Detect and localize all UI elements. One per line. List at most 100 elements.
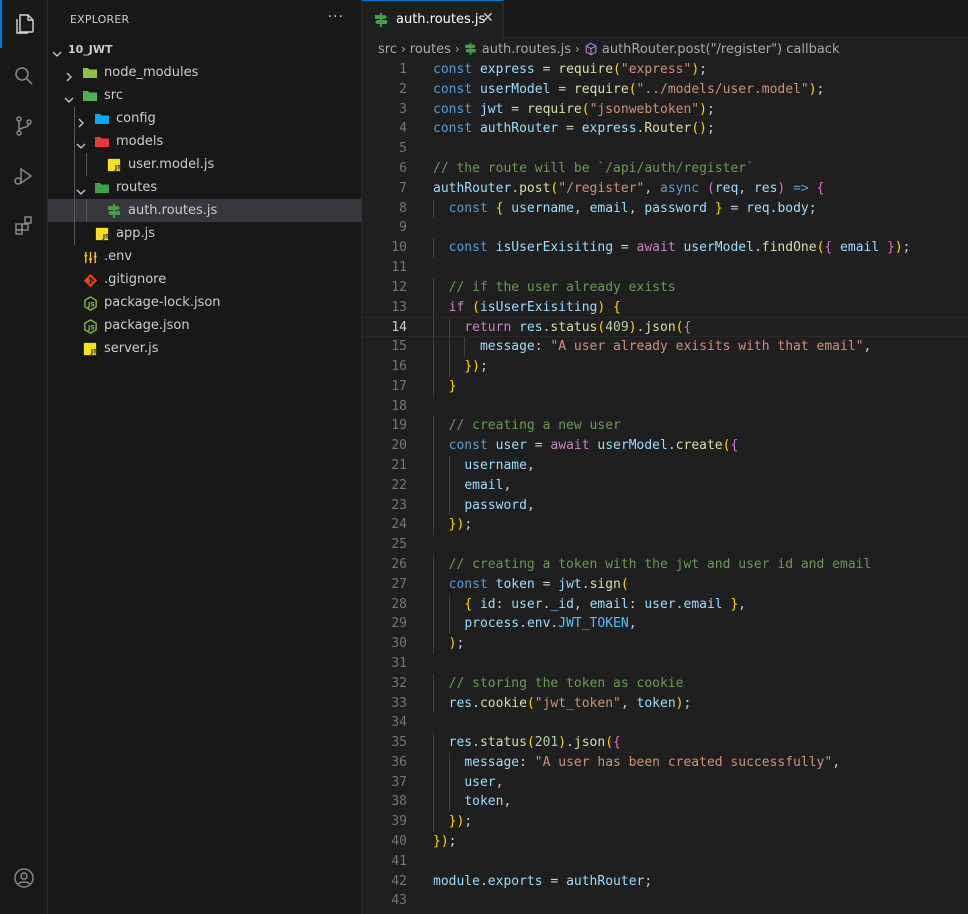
code-line[interactable]: 37 user, [362,772,968,793]
tree-file-app-js[interactable]: JS app.js [48,222,362,245]
code-line[interactable]: 8 const { username, email, password } = … [362,198,968,219]
code-line[interactable]: 34 [362,713,968,733]
code-line[interactable]: 23 password, [362,495,968,516]
code-line[interactable]: 26 // creating a token with the jwt and … [362,554,968,575]
code-line[interactable]: 13 if (isUserExisiting) { [362,297,968,318]
run-debug-icon[interactable] [0,152,48,200]
code-line[interactable]: 38 token, [362,792,968,813]
code-line[interactable]: 4 const authRouter = express.Router(); [362,119,968,139]
line-number: 36 [391,754,407,770]
chevron-right-icon[interactable] [76,113,86,128]
file-tree: 10_JWT node_modules src config models JS user.… [48,38,362,360]
code-line[interactable]: 40}); [362,832,968,852]
chevron-down-icon[interactable] [76,182,86,195]
code-line[interactable]: 21 username, [362,455,968,476]
chevron-down-icon[interactable] [76,136,86,149]
code-line[interactable]: 14 return res.status(409).json({ [362,317,968,339]
code-line[interactable]: 43 [362,891,968,911]
code-line[interactable]: 1 const express = require("express"); [362,60,968,80]
line-text: const isUserExisiting = await userModel.… [448,240,911,256]
code-line[interactable]: 9 [362,218,968,238]
routing-file-icon [464,42,476,56]
tree-file--gitignore[interactable]: .gitignore [48,268,362,291]
line-number: 4 [399,121,407,137]
tree-folder-config[interactable]: config [48,107,362,130]
code-line[interactable]: 25 [362,535,968,555]
line-text: const user = await userModel.create({ [448,438,739,454]
code-line[interactable]: 18 [362,397,968,417]
code-line[interactable]: 30 ); [362,634,968,654]
line-text: message: "A user already exisits with th… [479,339,872,355]
breadcrumb-item-routes[interactable]: routes [410,42,451,57]
editor: auth.routes.js ✕ src › routes › auth.rou… [362,0,968,914]
line-number: 21 [391,457,407,473]
tree-folder-10-jwt[interactable]: 10_JWT [48,38,362,61]
chevron-down-icon[interactable] [64,90,74,103]
line-number: 37 [391,774,407,790]
code-line[interactable]: 39 }); [362,812,968,833]
tab-auth-routes[interactable]: auth.routes.js ✕ [362,0,504,38]
tree-folder-node-modules[interactable]: node_modules [48,61,362,84]
code-line[interactable]: 28 { id: user._id, email: user.email }, [362,594,968,615]
tree-file-user-model-js[interactable]: JS user.model.js [48,153,362,176]
account-icon[interactable] [0,854,48,902]
tree-file-package-lock-json[interactable]: JS package-lock.json [48,291,362,314]
code-line[interactable]: 2 const userModel = require("../models/us… [362,80,968,100]
code-line[interactable]: 27 const token = jwt.sign( [362,574,968,595]
code-line[interactable]: 6 // the route will be `/api/auth/registe… [362,159,968,179]
line-text: const userModel = require("../models/use… [433,81,825,97]
code-line[interactable]: 32 // storing the token as cookie [362,673,968,694]
code-line[interactable]: 7 authRouter.post("/register", async (req… [362,179,968,199]
code-line[interactable]: 5 [362,139,968,159]
code-line[interactable]: 19 // creating a new user [362,416,968,437]
code-line[interactable]: 31 [362,654,968,674]
chevron-down-icon[interactable] [52,44,62,57]
code-line[interactable]: 17 } [362,376,968,397]
code-line[interactable]: 24 }); [362,515,968,536]
tree-item-label: .env [104,249,133,264]
code-line[interactable]: 36 message: "A user has been created suc… [362,752,968,773]
indent-guide [74,176,75,199]
tree-file--env[interactable]: .env [48,245,362,268]
tree-item-label: package.json [104,318,190,333]
code-line[interactable]: 11 [362,258,968,278]
code-line[interactable]: 42 module.exports = authRouter; [362,872,968,892]
line-number: 19 [391,418,407,434]
line-number: 30 [391,636,407,652]
code-line[interactable]: 10 const isUserExisiting = await userMod… [362,238,968,258]
code-line[interactable]: 3 const jwt = require("jsonwebtoken"); [362,100,968,120]
line-number: 22 [391,477,407,493]
tree-folder-models[interactable]: models [48,130,362,153]
line-number: 43 [391,893,407,909]
line-number: 29 [391,616,407,632]
tree-file-auth-routes-js[interactable]: auth.routes.js [48,199,362,222]
code-line[interactable]: 29 process.env.JWT_TOKEN, [362,614,968,635]
svg-text:JS: JS [90,348,97,355]
code-line[interactable]: 20 const user = await userModel.create({ [362,436,968,456]
tree-folder-src[interactable]: src [48,84,362,107]
code-line[interactable]: 33 res.cookie("jwt_token", token); [362,693,968,714]
close-icon[interactable]: ✕ [482,10,494,26]
more-actions-icon[interactable]: ··· [328,9,344,25]
source-control-icon[interactable] [0,102,48,150]
line-number: 16 [391,358,407,374]
code-line[interactable]: 12 // if the user already exists [362,277,968,298]
extensions-icon[interactable] [0,202,48,250]
code-line[interactable]: 35 res.status(201).json({ [362,733,968,753]
code-line[interactable]: 16 }); [362,356,968,377]
tree-file-server-js[interactable]: JS server.js [48,337,362,360]
explorer-icon[interactable] [0,0,48,48]
code-line[interactable]: 15 message: "A user already exisits with… [362,337,968,357]
breadcrumb-item-file[interactable]: auth.routes.js [464,42,571,57]
code-area[interactable]: 1 const express = require("express"); 2 con… [362,60,968,911]
breadcrumb-item-symbol[interactable]: authRouter.post("/register") callback [584,42,839,57]
tree-file-package-json[interactable]: JS package.json [48,314,362,337]
line-text: // the route will be `/api/auth/register… [433,160,754,176]
search-icon[interactable] [0,52,48,100]
line-text: }); [433,834,457,850]
code-line[interactable]: 22 email, [362,475,968,496]
code-line[interactable]: 41 [362,852,968,872]
breadcrumb-item-src[interactable]: src [378,42,397,57]
tree-folder-routes[interactable]: routes [48,176,362,199]
chevron-right-icon[interactable] [64,67,74,82]
